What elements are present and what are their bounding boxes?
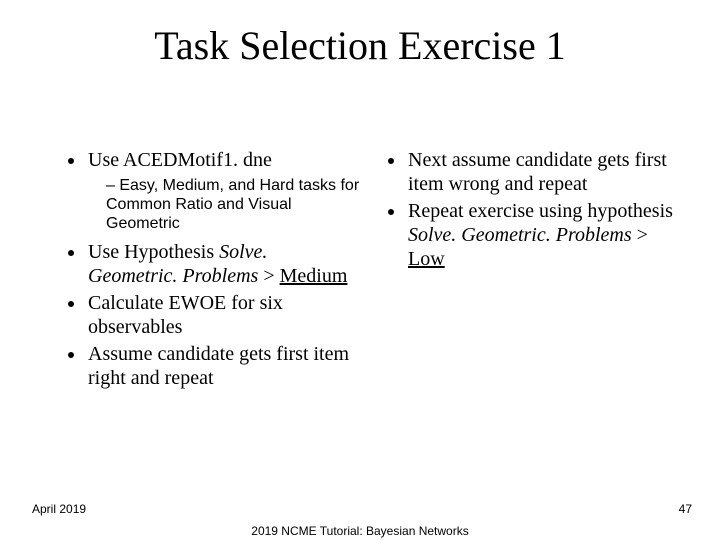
- left-column: Use ACEDMotif1. dne Easy, Medium, and Ha…: [64, 148, 360, 393]
- bullet-text-prefix: Repeat exercise using hypothesis: [408, 200, 673, 222]
- slide: Task Selection Exercise 1 Use ACEDMotif1…: [0, 0, 720, 540]
- sub-list-item: Easy, Medium, and Hard tasks for Common …: [106, 176, 360, 234]
- right-column: Next assume candidate gets first item wr…: [384, 148, 680, 393]
- list-item: Repeat exercise using hypothesis Solve. …: [406, 199, 680, 271]
- bullet-text-prefix: Use Hypothesis: [88, 241, 219, 263]
- footer-date: April 2019: [32, 502, 86, 516]
- list-item: Assume candidate gets first item right a…: [86, 342, 360, 390]
- footer-center: 2019 NCME Tutorial: Bayesian Networks in…: [0, 524, 720, 540]
- bullet-text-gt: >: [258, 265, 279, 287]
- bullet-list-right: Next assume candidate gets first item wr…: [384, 148, 680, 271]
- bullet-text-gt: >: [632, 224, 648, 246]
- footer-center-line1: 2019 NCME Tutorial: Bayesian Networks: [251, 524, 468, 538]
- list-item: Use Hypothesis Solve. Geometric. Problem…: [86, 240, 360, 288]
- list-item: Calculate EWOE for six observables: [86, 291, 360, 339]
- bullet-list-left: Use ACEDMotif1. dne Easy, Medium, and Ha…: [64, 148, 360, 390]
- bullet-text-u: Low: [408, 248, 445, 270]
- bullet-text-em: Solve. Geometric. Problems: [408, 224, 632, 246]
- list-item: Next assume candidate gets first item wr…: [406, 148, 680, 196]
- bullet-text-u: Medium: [280, 265, 348, 287]
- footer-pagenum: 47: [679, 502, 692, 516]
- page-title: Task Selection Exercise 1: [0, 22, 720, 69]
- slide-body: Use ACEDMotif1. dne Easy, Medium, and Ha…: [64, 148, 680, 393]
- bullet-text: Use ACEDMotif1. dne: [88, 149, 272, 171]
- sub-list: Easy, Medium, and Hard tasks for Common …: [88, 176, 360, 234]
- list-item: Use ACEDMotif1. dne Easy, Medium, and Ha…: [86, 148, 360, 234]
